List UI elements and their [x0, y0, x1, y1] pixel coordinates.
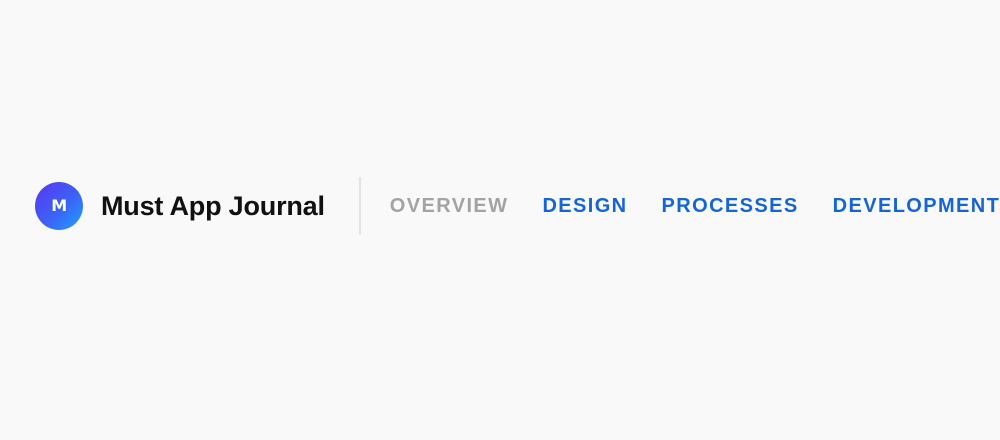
main-nav: OVERVIEW DESIGN PROCESSES DEVELOPMENT: [390, 176, 1000, 236]
brand-link[interactable]: M Must App Journal: [0, 176, 325, 236]
app-logo: M: [35, 182, 83, 230]
nav-item-design[interactable]: DESIGN: [542, 195, 627, 218]
header-divider: [358, 177, 361, 235]
logo-letter: M: [51, 196, 67, 215]
nav-item-processes[interactable]: PROCESSES: [662, 195, 799, 218]
top-header: M Must App Journal OVERVIEW DESIGN PROCE…: [0, 176, 1000, 236]
nav-item-overview[interactable]: OVERVIEW: [390, 195, 509, 218]
app-title: Must App Journal: [101, 190, 325, 221]
nav-item-development[interactable]: DEVELOPMENT: [833, 195, 1000, 218]
